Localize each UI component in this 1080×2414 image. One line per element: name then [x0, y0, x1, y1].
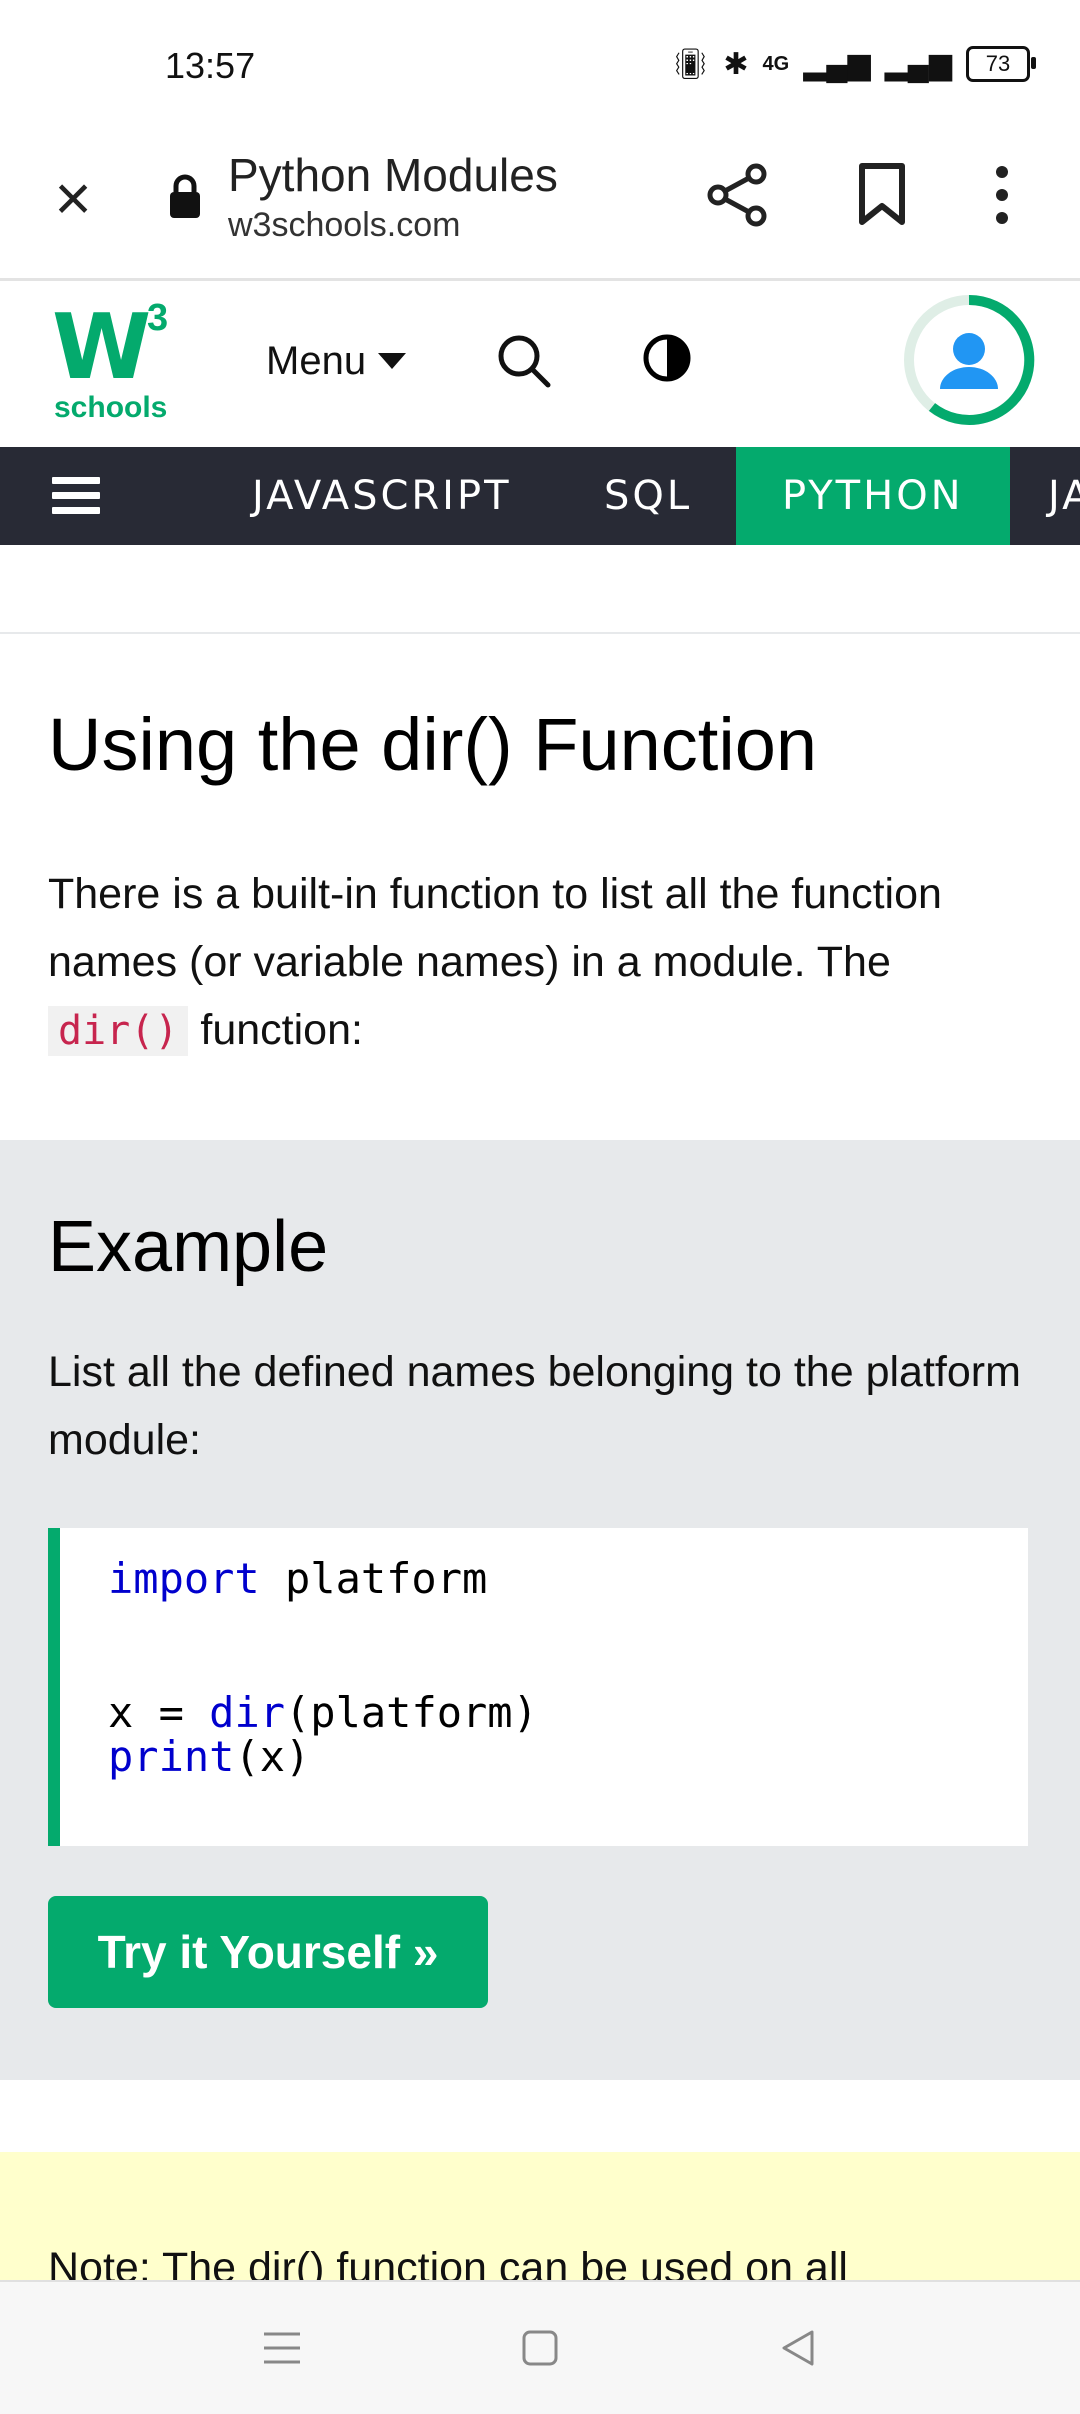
recents-icon[interactable]	[262, 2328, 302, 2373]
menu-button[interactable]: Menu	[266, 339, 407, 384]
section-paragraph: There is a built-in function to list all…	[48, 860, 1038, 1065]
caret-down-icon	[378, 352, 407, 369]
bluetooth-icon: ✱	[723, 47, 749, 81]
lock-icon	[168, 174, 202, 225]
battery-level: 73	[985, 51, 1011, 76]
logo-text: schools	[54, 391, 168, 424]
code-line-3: x = dir(platform)	[108, 1688, 538, 1737]
page-title[interactable]: Python Modules	[228, 148, 558, 202]
hamburger-icon[interactable]	[52, 477, 100, 515]
logo-mark: W	[52, 295, 151, 400]
dark-mode-icon[interactable]	[642, 333, 692, 388]
status-icons: 📳︎ ✱ 4G ▂▄▆ ▂▄▆ 73	[671, 46, 1036, 82]
user-avatar[interactable]	[902, 293, 1036, 427]
paragraph-text: There is a built-in function to list all…	[48, 870, 942, 986]
note-block: Note: The dir() function can be used on …	[0, 2152, 1080, 2280]
example-heading: Example	[48, 1207, 329, 1287]
menu-label: Menu	[266, 339, 367, 383]
example-description: List all the defined names belonging to …	[48, 1348, 1021, 1464]
paragraph-text-end: function:	[200, 1006, 363, 1054]
signal-icon-2: ▂▄▆	[884, 47, 952, 81]
share-icon[interactable]	[706, 162, 770, 233]
status-time: 13:57	[165, 45, 256, 86]
status-bar: 13:57 📳︎ ✱ 4G ▂▄▆ ▂▄▆ 73	[0, 0, 1080, 130]
more-vert-icon[interactable]	[990, 162, 1014, 233]
site-header: W 3 schools Menu	[0, 281, 1080, 447]
bookmark-icon[interactable]	[856, 162, 908, 233]
try-it-yourself-button[interactable]: Try it Yourself »	[48, 1896, 488, 2008]
w3schools-logo[interactable]: W 3 schools	[52, 295, 182, 424]
note-text: Note: The dir() function can be used on …	[48, 2244, 848, 2280]
section-divider	[0, 632, 1080, 634]
nav-item-javascript[interactable]: JAVASCRIPT	[220, 447, 544, 545]
back-icon[interactable]	[778, 2328, 818, 2373]
battery-icon: 73	[966, 46, 1036, 82]
nav-item-python[interactable]: PYTHON	[736, 447, 1010, 545]
inline-code: dir()	[48, 1006, 189, 1056]
vibrate-icon: 📳︎	[671, 47, 710, 81]
logo-superscript: 3	[147, 297, 169, 339]
page-url[interactable]: w3schools.com	[228, 206, 460, 245]
network-type: 4G	[762, 52, 790, 75]
nav-item-sql[interactable]: SQL	[572, 447, 724, 545]
close-icon[interactable]: ×	[45, 166, 101, 230]
code-line-4: print(x)	[108, 1732, 311, 1781]
browser-toolbar: × Python Modules w3schools.com	[0, 130, 1080, 281]
topic-nav: JAVASCRIPT SQL PYTHON JA	[0, 447, 1080, 545]
signal-icon: ▂▄▆	[803, 47, 871, 81]
home-icon[interactable]	[520, 2328, 560, 2373]
section-heading: Using the dir() Function	[48, 703, 818, 786]
nav-item-java[interactable]: JA	[1048, 447, 1080, 545]
search-icon[interactable]	[496, 333, 552, 394]
example-block: Example List all the defined names belon…	[0, 1140, 1080, 2080]
code-block: import platform x = dir(platform) print(…	[48, 1528, 1028, 1846]
code-line-1: import platform	[108, 1554, 488, 1603]
system-nav-bar	[0, 2280, 1080, 2414]
